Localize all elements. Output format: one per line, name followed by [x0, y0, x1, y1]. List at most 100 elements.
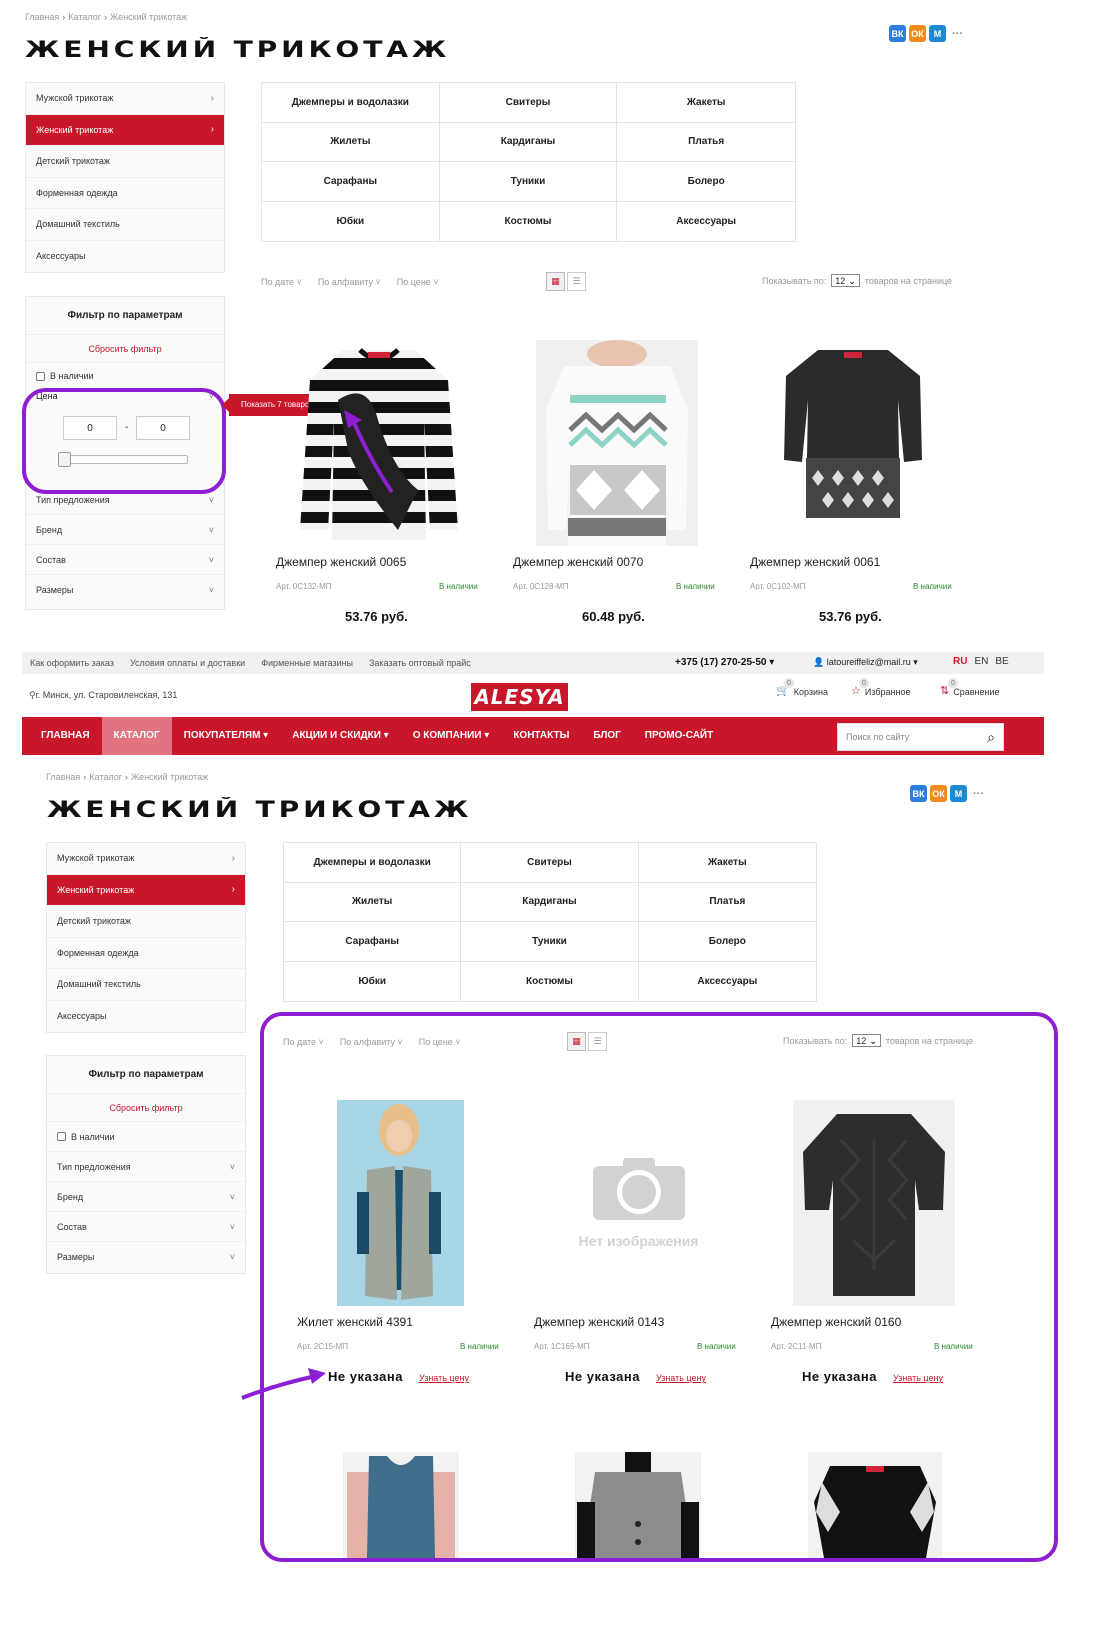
compare-link[interactable]: ⇅ 0 Сравнение — [940, 678, 1000, 697]
breadcrumb-home[interactable]: Главная — [46, 772, 80, 782]
user-menu[interactable]: 👤 latoureiffeliz@mail.ru ▾ — [813, 657, 918, 668]
subcategory-link[interactable]: Костюмы — [461, 961, 639, 1001]
nav-contacts[interactable]: КОНТАКТЫ — [501, 717, 581, 755]
subcategory-link[interactable]: Платья — [638, 883, 816, 922]
product-image[interactable] — [337, 1100, 464, 1306]
product-image[interactable] — [793, 1100, 955, 1306]
category-item[interactable]: Форменная одежда — [26, 177, 224, 209]
sort-by-alpha[interactable]: По алфавиту ˅ — [340, 1037, 403, 1047]
cart-link[interactable]: 🛒 0 Корзина — [776, 678, 828, 697]
category-item[interactable]: Домашний текстиль — [26, 209, 224, 241]
reset-filter-link[interactable]: Сбросить фильтр — [47, 1094, 245, 1122]
breadcrumb-home[interactable]: Главная — [25, 12, 59, 22]
subcategory-link[interactable]: Костюмы — [440, 201, 618, 241]
category-item[interactable]: Детский трикотаж — [47, 906, 245, 938]
sort-by-date[interactable]: По дате ˅ — [283, 1037, 324, 1047]
list-view-icon[interactable]: ☰ — [567, 272, 586, 291]
subcategory-link[interactable]: Сарафаны — [262, 162, 440, 202]
subcategory-link[interactable]: Кардиганы — [439, 122, 618, 162]
subcategory-link[interactable]: Жакеты — [638, 843, 816, 883]
subcategory-link[interactable]: Жилеты — [284, 882, 462, 922]
product-image[interactable] — [778, 340, 928, 530]
product-image[interactable] — [536, 340, 698, 546]
category-item-active[interactable]: Женский трикотаж › — [47, 874, 245, 906]
header-link[interactable]: Фирменные магазины — [261, 658, 353, 668]
subcategory-link[interactable]: Джемперы и водолазки — [284, 843, 462, 883]
search-input[interactable]: Поиск по сайту ⌕ — [837, 723, 1004, 751]
filter-sizes[interactable]: Размеры ˅ — [26, 575, 224, 605]
subcategory-link[interactable]: Сарафаны — [284, 922, 462, 962]
grid-view-icon[interactable]: ▦ — [546, 272, 565, 291]
product-image[interactable] — [808, 1452, 942, 1558]
in-stock-checkbox[interactable]: В наличии — [26, 363, 224, 389]
sort-by-price[interactable]: По цене ˅ — [397, 277, 439, 287]
vk-icon[interactable]: ВК — [889, 25, 906, 42]
product-name[interactable]: Джемпер женский 0160 — [771, 1315, 901, 1329]
category-item-active[interactable]: Женский трикотаж › — [26, 114, 224, 146]
subcategory-link[interactable]: Джемперы и водолазки — [262, 83, 440, 123]
nav-promotions[interactable]: АКЦИИ И СКИДКИ ▾ — [280, 717, 401, 755]
filter-composition[interactable]: Состав ˅ — [47, 1212, 245, 1242]
product-name[interactable]: Джемпер женский 0070 — [513, 555, 643, 569]
breadcrumb-catalog[interactable]: Каталог — [68, 12, 101, 22]
site-logo[interactable]: ALESYA — [471, 683, 568, 711]
subcategory-link[interactable]: Аксессуары — [617, 202, 795, 242]
list-view-icon[interactable]: ☰ — [588, 1032, 607, 1051]
ask-price-link[interactable]: Узнать цену — [656, 1373, 706, 1383]
vk-icon[interactable]: ВК — [910, 785, 927, 802]
ok-icon[interactable]: ОК — [930, 785, 947, 802]
lang-ru[interactable]: RU — [953, 656, 967, 667]
search-icon[interactable]: ⌕ — [987, 729, 995, 746]
lang-en[interactable]: EN — [974, 656, 988, 667]
grid-view-icon[interactable]: ▦ — [567, 1032, 586, 1051]
phone-dropdown[interactable]: +375 (17) 270-25-50 ▾ — [675, 657, 774, 668]
product-name[interactable]: Джемпер женский 0143 — [534, 1315, 664, 1329]
sort-by-alpha[interactable]: По алфавиту ˅ — [318, 277, 381, 287]
filter-brand[interactable]: Бренд ˅ — [47, 1182, 245, 1212]
header-link[interactable]: Как оформить заказ — [30, 658, 114, 668]
header-link[interactable]: Условия оплаты и доставки — [130, 658, 245, 668]
subcategory-link[interactable]: Юбки — [262, 201, 440, 241]
category-item[interactable]: Аксессуары — [26, 240, 224, 272]
subcategory-link[interactable]: Свитеры — [439, 83, 618, 123]
favorites-link[interactable]: ☆ 0 Избранное — [851, 678, 911, 697]
per-page-select[interactable]: 12 ⌄ — [852, 1034, 881, 1047]
more-icon[interactable]: ··· — [970, 785, 987, 802]
nav-promo-site[interactable]: ПРОМО-САЙТ — [633, 717, 725, 755]
filter-composition[interactable]: Состав ˅ — [26, 545, 224, 575]
reset-filter-link[interactable]: Сбросить фильтр — [26, 335, 224, 363]
category-item[interactable]: Аксессуары — [47, 1000, 245, 1032]
filter-brand[interactable]: Бренд ˅ — [26, 515, 224, 545]
more-icon[interactable]: ··· — [949, 25, 966, 42]
subcategory-link[interactable]: Свитеры — [461, 843, 639, 883]
subcategory-link[interactable]: Платья — [617, 123, 795, 162]
category-item[interactable]: Форменная одежда — [47, 937, 245, 969]
category-item[interactable]: Детский трикотаж — [26, 146, 224, 178]
subcategory-link[interactable]: Кардиганы — [461, 882, 639, 922]
category-item[interactable]: Мужской трикотаж › — [26, 83, 224, 115]
category-item[interactable]: Домашний текстиль — [47, 969, 245, 1001]
nav-customers[interactable]: ПОКУПАТЕЛЯМ ▾ — [172, 717, 281, 755]
ask-price-link[interactable]: Узнать цену — [419, 1373, 469, 1383]
filter-offer-type[interactable]: Тип предложения ˅ — [47, 1152, 245, 1182]
filter-sizes[interactable]: Размеры ˅ — [47, 1242, 245, 1272]
subcategory-link[interactable]: Юбки — [284, 961, 462, 1001]
header-link[interactable]: Заказать оптовый прайс — [369, 658, 471, 668]
sort-by-price[interactable]: По цене ˅ — [419, 1037, 461, 1047]
product-name[interactable]: Жилет женский 4391 — [297, 1315, 413, 1329]
subcategory-link[interactable]: Аксессуары — [639, 962, 816, 1002]
nav-home[interactable]: ГЛАВНАЯ — [22, 717, 102, 755]
lang-be[interactable]: BE — [995, 656, 1008, 667]
subcategory-link[interactable]: Туники — [461, 922, 639, 962]
product-image[interactable] — [575, 1452, 701, 1558]
mailru-icon[interactable]: М — [929, 25, 946, 42]
product-image[interactable] — [343, 1452, 459, 1558]
subcategory-link[interactable]: Жилеты — [262, 122, 440, 162]
product-name[interactable]: Джемпер женский 0065 — [276, 555, 406, 569]
product-name[interactable]: Джемпер женский 0061 — [750, 555, 880, 569]
nav-blog[interactable]: БЛОГ — [581, 717, 632, 755]
nav-catalog[interactable]: КАТАЛОГ — [101, 717, 172, 755]
category-item[interactable]: Мужской трикотаж › — [47, 843, 245, 875]
mailru-icon[interactable]: М — [950, 785, 967, 802]
breadcrumb-catalog[interactable]: Каталог — [89, 772, 122, 782]
